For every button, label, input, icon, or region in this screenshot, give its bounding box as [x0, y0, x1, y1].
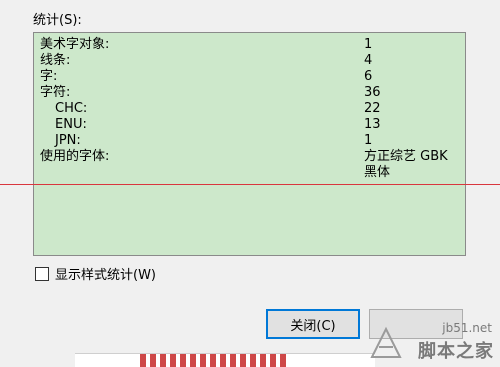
checkbox-box[interactable]: [35, 266, 49, 281]
red-guide-line: [0, 184, 500, 185]
stats-row-label: JPN:: [55, 133, 81, 148]
close-button[interactable]: 关闭(C): [266, 309, 360, 339]
stats-row-value: 36: [364, 85, 381, 100]
stats-row-label: 使用的字体:: [40, 149, 110, 164]
stats-row-lines: 线条: 4: [34, 53, 465, 69]
site-watermark: jb51.net 脚本之家: [360, 307, 500, 367]
stats-row-value: 方正综艺 GBK 黑体: [364, 149, 448, 181]
checkbox-label: 显示样式统计(W): [55, 268, 156, 283]
statistics-dialog: 统计(S): 美术字对象: 1 线条: 4 字: 6 字符: 36 CHC: 2…: [0, 0, 500, 367]
stats-row-enu: ENU: 13: [34, 117, 465, 133]
stats-row-characters: 字符: 36: [34, 85, 465, 101]
stats-row-artistic-text: 美术字对象: 1: [34, 37, 465, 53]
stats-row-jpn: JPN: 1: [34, 133, 465, 149]
stats-row-words: 字: 6: [34, 69, 465, 85]
stats-row-value: 1: [364, 37, 373, 52]
stats-row-label: 字:: [40, 69, 58, 84]
font-name: 黑体: [364, 165, 391, 180]
stats-row-value: 13: [364, 117, 381, 132]
stats-row-value: 22: [364, 101, 381, 116]
stats-row-label: 美术字对象:: [40, 37, 110, 52]
stats-row-value: 4: [364, 53, 373, 68]
stats-row-label: 字符:: [40, 85, 71, 100]
show-style-stats-checkbox[interactable]: 显示样式统计(W): [35, 264, 156, 283]
stats-row-value: 6: [364, 69, 373, 84]
stats-row-value: 1: [364, 133, 373, 148]
background-red-text: [140, 354, 290, 367]
font-name: 方正综艺 GBK: [364, 149, 448, 164]
background-document-strip: [75, 353, 375, 367]
watermark-site: jb51.net: [442, 321, 492, 335]
stats-panel: 美术字对象: 1 线条: 4 字: 6 字符: 36 CHC: 22 ENU: …: [33, 32, 466, 256]
stats-row-chc: CHC: 22: [34, 101, 465, 117]
stats-row-label: 线条:: [40, 53, 71, 68]
stats-row-fonts-used: 使用的字体: 方正综艺 GBK 黑体: [34, 149, 465, 181]
stats-row-label: ENU:: [55, 117, 87, 132]
watermark-logo-icon: [370, 326, 402, 358]
stats-row-label: CHC:: [55, 101, 88, 116]
watermark-brand: 脚本之家: [418, 341, 494, 362]
stats-section-label: 统计(S):: [33, 13, 82, 28]
